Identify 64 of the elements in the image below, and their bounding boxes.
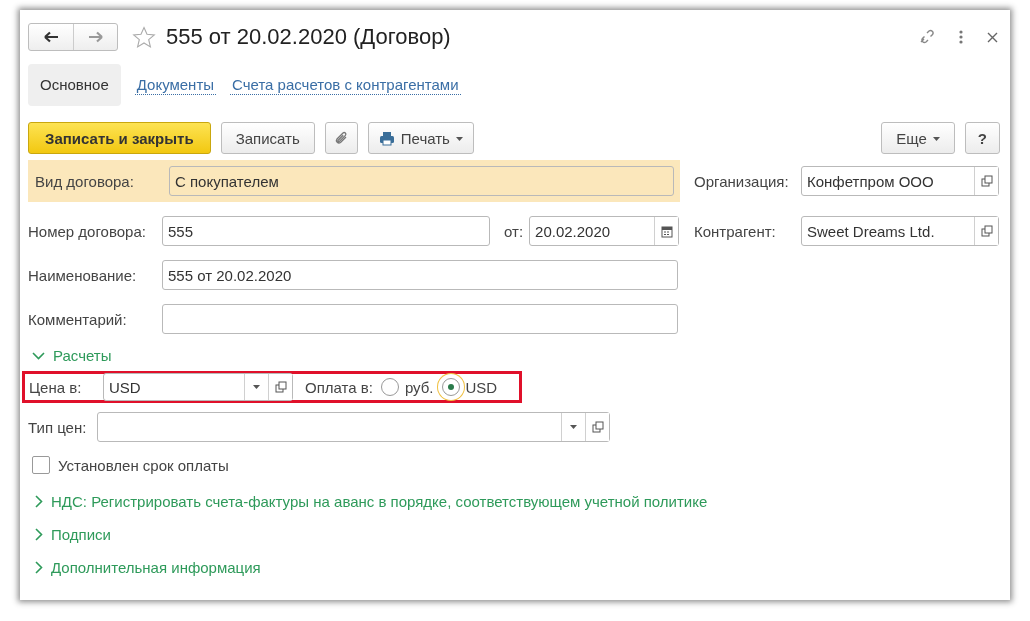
caret-icon	[932, 136, 940, 140]
more-options-icon	[959, 30, 963, 44]
chevron-right-icon	[34, 561, 43, 574]
section-toggle[interactable]: НДС: Регистрировать счета-фактуры на аванс в порядке, соответствующем учетной политике	[34, 493, 708, 510]
section-toggle[interactable]: Подписи	[34, 526, 111, 543]
field-label: Комментарий:	[28, 310, 128, 328]
star-icon[interactable]	[132, 25, 156, 49]
dropdown-field[interactable]	[97, 412, 610, 442]
section-toggle[interactable]: Расчеты	[32, 346, 112, 364]
field-label: Оплата в:	[305, 378, 373, 396]
input-field[interactable]: Конфетпром ООО	[801, 166, 999, 196]
tab[interactable]: Счета расчетов с контрагентами	[230, 75, 461, 95]
input-field[interactable]	[162, 304, 678, 334]
open-form-icon	[591, 421, 604, 433]
calendar-icon	[660, 224, 673, 238]
caret-icon	[455, 136, 463, 140]
field-label: Тип цен:	[28, 418, 88, 436]
chevron-right-icon	[34, 495, 43, 508]
field-label: Номер договора:	[28, 222, 147, 240]
chevron-down-icon	[32, 350, 45, 360]
save-and-close-button[interactable]: Записать и закрыть	[28, 122, 211, 154]
input-field[interactable]: 555	[162, 216, 490, 246]
calendar-button[interactable]	[654, 217, 679, 245]
open-button[interactable]	[585, 413, 609, 441]
field-label: Контрагент:	[694, 222, 777, 240]
field-label: Организация:	[694, 172, 790, 190]
field-label: от:	[504, 222, 524, 240]
open-button[interactable]	[974, 217, 998, 245]
save-button[interactable]: Записать	[220, 122, 315, 154]
section-toggle[interactable]: Дополнительная информация	[34, 559, 261, 576]
attach-button[interactable]	[324, 122, 358, 154]
paperclip-icon	[333, 130, 349, 146]
date-field[interactable]: 20.02.2020	[529, 216, 680, 246]
checkbox[interactable]	[32, 456, 50, 474]
tab[interactable]: Документы	[134, 75, 217, 95]
link-icon	[918, 29, 935, 45]
open-button[interactable]	[268, 374, 292, 400]
dropdown-field[interactable]: USD	[103, 373, 293, 401]
open-button[interactable]	[974, 167, 998, 195]
radio-label: руб.	[404, 378, 434, 396]
help-button[interactable]: ?	[964, 122, 1000, 154]
window-title: 555 от 20.02.2020 (Договор)	[166, 24, 451, 50]
caret-icon	[253, 385, 260, 389]
field-label: Наименование:	[28, 266, 138, 284]
input-field[interactable]: С покупателем	[169, 166, 674, 196]
forward-arrow-icon	[87, 30, 104, 44]
field-label: Вид договора:	[35, 172, 135, 190]
tab[interactable]: Основное	[28, 64, 121, 106]
more-button[interactable]: Еще	[881, 122, 955, 154]
input-field[interactable]: Sweet Dreams Ltd.	[801, 216, 999, 246]
open-form-icon	[274, 381, 287, 393]
print-button[interactable]: Печать	[367, 122, 474, 154]
printer-icon	[378, 130, 395, 146]
radio-label: USD	[465, 378, 498, 396]
field-label: Цена в:	[29, 378, 83, 396]
input-field[interactable]: 555 от 20.02.2020	[162, 260, 678, 290]
radio-button[interactable]	[380, 378, 399, 396]
chevron-right-icon	[34, 528, 43, 541]
open-form-icon	[980, 175, 993, 187]
open-form-icon	[980, 225, 993, 237]
field-label: Установлен срок оплаты	[58, 456, 229, 474]
close-icon	[987, 31, 998, 43]
back-arrow-icon	[43, 30, 59, 44]
caret-icon	[570, 425, 577, 429]
